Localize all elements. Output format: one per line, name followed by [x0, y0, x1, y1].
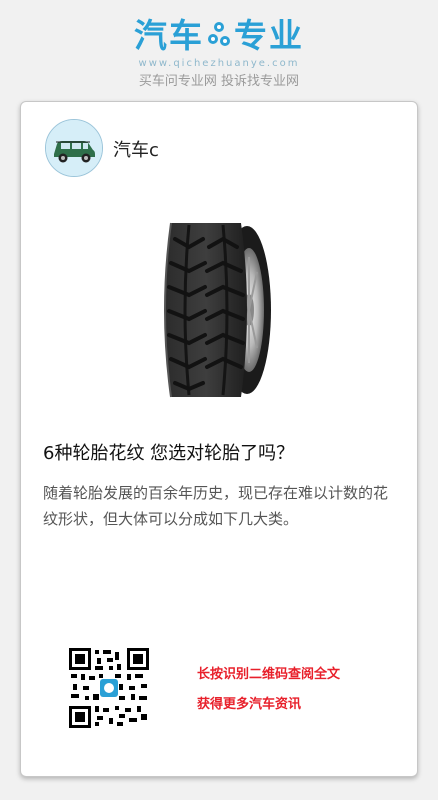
qr-caption-line1: 长按识别二维码查阅全文: [197, 667, 341, 682]
site-domain: www.qichezhuanye.com: [138, 57, 300, 69]
article-title[interactable]: 6种轮胎花纹 您选对轮胎了吗？: [43, 439, 403, 465]
qr-code-image[interactable]: [69, 648, 149, 728]
author-name[interactable]: 汽车c: [113, 136, 159, 162]
article-card[interactable]: 汽车c 6种轮胎花纹 您选对轮胎了吗？ 随着轮胎发展的百余年历史，现已存在难以计…: [20, 101, 418, 777]
gear-icon: [206, 16, 232, 60]
logo-text-left: 汽车: [134, 16, 204, 55]
qr-caption-line2: 获得更多汽车资讯: [197, 697, 302, 712]
site-slogan: 买车问专业网 投诉找专业网: [138, 73, 300, 89]
logo-text-right: 专业: [234, 16, 304, 55]
avatar[interactable]: [45, 119, 103, 177]
site-logo: 汽车 专业 www.qichezhuanye.com 买车问专业网 投诉找专业网: [0, 14, 438, 89]
car-avatar-icon: [46, 120, 102, 176]
tire-image: [164, 222, 271, 398]
qr-caption: 长按识别二维码查阅全文 获得更多汽车资讯: [197, 665, 340, 725]
logo-title: 汽车 专业: [0, 14, 438, 60]
article-summary: 随着轮胎发展的百余年历史，现已存在难以计数的花纹形状，但大体可以分成如下几大类。: [43, 484, 389, 528]
